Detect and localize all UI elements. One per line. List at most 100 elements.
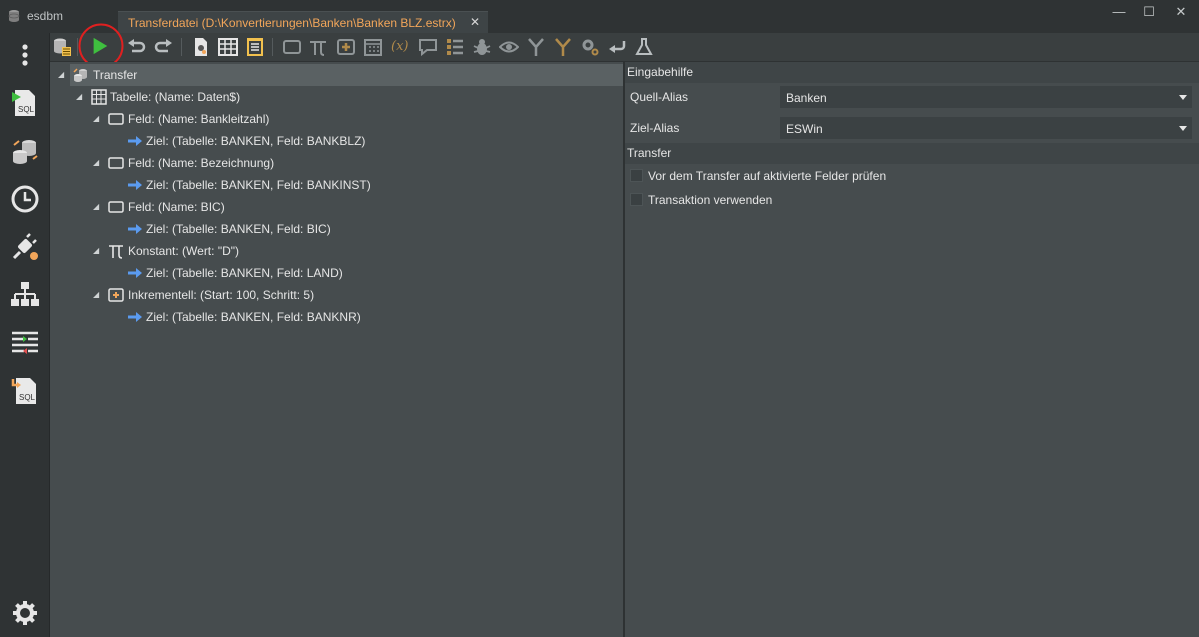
tab-transfer-file[interactable]: Transferdatei (D:\Konvertierungen\Banken… (118, 11, 488, 33)
source-alias-select[interactable]: Banken (780, 86, 1192, 108)
field-icon (108, 157, 124, 169)
field-icon[interactable] (282, 37, 302, 57)
collapse-arrow-icon[interactable]: ◢ (76, 86, 86, 108)
check-active-fields-checkbox[interactable] (630, 169, 643, 182)
tree-node-transfer[interactable]: ◢ Transfer (58, 64, 623, 86)
tree-node-field[interactable]: ◢ Feld: (Name: Bezeichnung) (50, 152, 623, 174)
sql-label-2: SQL (19, 393, 36, 402)
compare-list-icon[interactable] (9, 327, 41, 359)
section-header-transfer: Transfer (625, 143, 1199, 164)
tree-node-target[interactable]: Ziel: (Tabelle: BANKEN, Feld: LAND) (50, 262, 623, 284)
toolbar-separator (181, 38, 182, 56)
tree-label: Feld: (Name: Bezeichnung) (128, 156, 275, 170)
arrow-right-icon (128, 312, 142, 322)
tree-label: Konstant: (Wert: "D") (128, 244, 239, 258)
collapse-arrow-icon[interactable]: ◢ (93, 240, 103, 262)
collapse-arrow-icon[interactable]: ◢ (93, 152, 103, 174)
sql-import-icon[interactable]: SQL (9, 375, 41, 407)
chevron-down-icon (1179, 126, 1187, 131)
eye-icon[interactable] (499, 37, 519, 57)
app-logo-icon (8, 10, 20, 22)
settings-gear-icon[interactable] (9, 597, 41, 629)
transfer-icon (73, 68, 87, 82)
target-alias-label: Ziel-Alias (630, 121, 680, 135)
properties-panel: Eingabehilfe Quell-Alias Banken Ziel-Ali… (625, 62, 1199, 637)
tree-node-field[interactable]: ◢ Feld: (Name: Bankleitzahl) (50, 108, 623, 130)
tree-label: Feld: (Name: BIC) (128, 200, 225, 214)
collapse-arrow-icon[interactable]: ◢ (93, 196, 103, 218)
collapse-arrow-icon[interactable]: ◢ (93, 284, 103, 306)
collapse-arrow-icon[interactable]: ◢ (58, 64, 68, 86)
tree-node-constant[interactable]: ◢ Konstant: (Wert: "D") (50, 240, 623, 262)
sidebar: SQL SQL (0, 33, 50, 637)
pi-constant-icon[interactable] (308, 37, 328, 57)
tree-node-increment[interactable]: ◢ Inkrementell: (Start: 100, Schritt: 5) (50, 284, 623, 306)
expression-icon[interactable]: (x) (390, 37, 414, 57)
use-transaction-label: Transaktion verwenden (648, 193, 773, 207)
close-window-button[interactable]: ✕ (1170, 4, 1192, 22)
arrow-right-icon (128, 180, 142, 190)
merge-icon[interactable] (526, 37, 546, 57)
sql-label: SQL (18, 105, 35, 114)
arrow-right-icon (128, 268, 142, 278)
tree-node-target[interactable]: Ziel: (Tabelle: BANKEN, Feld: BANKINST) (50, 174, 623, 196)
settings-doc-icon[interactable] (191, 37, 211, 57)
tree-node-target[interactable]: Ziel: (Tabelle: BANKEN, Feld: BANKBLZ) (50, 130, 623, 152)
table-icon[interactable] (218, 37, 238, 57)
split-icon[interactable] (553, 37, 573, 57)
comment-icon[interactable] (418, 37, 438, 57)
more-vertical-icon[interactable] (9, 39, 41, 71)
expression-label: (x) (391, 39, 409, 54)
redo-icon[interactable] (154, 37, 174, 57)
increment-icon[interactable] (336, 37, 356, 57)
database-source-icon[interactable] (52, 37, 72, 57)
tree-label: Ziel: (Tabelle: BANKEN, Feld: BANKINST) (146, 178, 371, 192)
tree-node-field[interactable]: ◢ Feld: (Name: BIC) (50, 196, 623, 218)
title-bar: esdbm Transferdatei (D:\Konvertierungen\… (0, 0, 1199, 33)
return-icon[interactable] (607, 37, 627, 57)
tree-node-target[interactable]: Ziel: (Tabelle: BANKEN, Feld: BIC) (50, 218, 623, 240)
toolbar: (x) (50, 23, 1199, 69)
collapse-arrow-icon[interactable]: ◢ (93, 108, 103, 130)
tree-label: Feld: (Name: Bankleitzahl) (128, 112, 270, 126)
list-icon[interactable] (445, 37, 465, 57)
target-alias-select[interactable]: ESWin (780, 117, 1192, 139)
clock-icon[interactable] (9, 183, 41, 215)
hierarchy-icon[interactable] (9, 279, 41, 311)
tree-node-target[interactable]: Ziel: (Tabelle: BANKEN, Feld: BANKNR) (50, 306, 623, 328)
tree-label: Inkrementell: (Start: 100, Schritt: 5) (128, 288, 315, 302)
tree-label: Ziel: (Tabelle: BANKEN, Feld: LAND) (146, 266, 343, 280)
calendar-icon[interactable] (363, 37, 383, 57)
tab-title: Transferdatei (D:\Konvertierungen\Banken… (128, 16, 456, 30)
increment-icon (108, 288, 124, 302)
tree-label: Tabelle: (Name: Daten$) (110, 90, 241, 104)
maximize-button[interactable]: ☐ (1138, 4, 1160, 22)
plug-connection-icon[interactable] (9, 231, 41, 263)
tree-label: Ziel: (Tabelle: BANKEN, Feld: BIC) (146, 222, 331, 236)
tree-label: Ziel: (Tabelle: BANKEN, Feld: BANKNR) (146, 310, 361, 324)
source-alias-label: Quell-Alias (630, 90, 689, 104)
tree-label: Ziel: (Tabelle: BANKEN, Feld: BANKBLZ) (146, 134, 366, 148)
section-header-input-help: Eingabehilfe (625, 62, 1199, 83)
database-transfer-icon[interactable] (9, 135, 41, 167)
tab-close-icon[interactable]: ✕ (470, 15, 480, 29)
transfer-tree: ◢ Transfer ◢ Tabelle: (Name: Daten$) ◢ F… (50, 62, 623, 637)
sql-script-icon[interactable]: SQL (9, 87, 41, 119)
tree-node-table[interactable]: ◢ Tabelle: (Name: Daten$) (50, 86, 623, 108)
list-doc-icon[interactable] (245, 37, 265, 57)
arrow-right-icon (128, 224, 142, 234)
gears-icon[interactable] (580, 37, 600, 57)
pi-constant-icon (109, 245, 123, 259)
use-transaction-checkbox[interactable] (630, 193, 643, 206)
source-alias-value: Banken (786, 91, 827, 105)
target-alias-value: ESWin (786, 122, 823, 136)
bug-icon[interactable] (472, 37, 492, 57)
check-active-fields-label: Vor dem Transfer auf aktivierte Felder p… (648, 169, 887, 183)
flask-icon[interactable] (634, 37, 654, 57)
toolbar-separator (272, 38, 273, 56)
minimize-button[interactable]: — (1108, 4, 1130, 22)
undo-icon[interactable] (126, 37, 146, 57)
field-icon (108, 113, 124, 125)
app-name: esdbm (27, 9, 64, 23)
chevron-down-icon (1179, 95, 1187, 100)
